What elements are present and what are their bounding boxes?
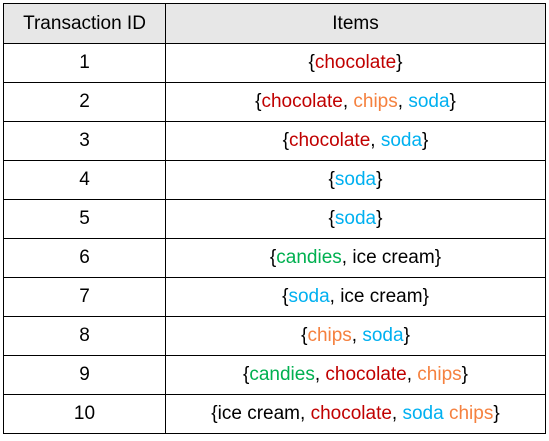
table-row: 5 {soda} — [3, 199, 546, 239]
item-chocolate: chocolate — [314, 52, 397, 73]
separator: , — [391, 403, 403, 424]
separator: , — [300, 403, 311, 424]
item-chips: chips — [417, 364, 462, 385]
transaction-id-cell: 8 — [3, 316, 166, 356]
separator: } — [434, 247, 442, 268]
table-row: 10 {ice cream, chocolate, soda chips} — [3, 394, 546, 434]
transaction-id-cell: 2 — [3, 82, 166, 122]
separator: , — [370, 130, 381, 151]
separator: , — [342, 91, 354, 112]
transaction-id-cell: 9 — [3, 355, 166, 395]
item-soda: soda — [334, 169, 377, 190]
transaction-id-cell: 1 — [3, 43, 166, 83]
separator: , — [406, 364, 418, 385]
item-ice-cream: ice cream — [217, 403, 301, 424]
item-candies: candies — [276, 247, 342, 268]
separator: } — [461, 364, 469, 385]
items-cell: {chocolate} — [165, 43, 546, 83]
item-soda: soda — [334, 208, 377, 229]
items-cell: {ice cream, chocolate, soda chips} — [165, 394, 546, 434]
table-row: 3 {chocolate, soda} — [3, 121, 546, 161]
item-chocolate: chocolate — [325, 364, 407, 385]
item-soda: soda — [402, 403, 444, 424]
item-chips: chips — [448, 403, 494, 424]
transaction-id-cell: 4 — [3, 160, 166, 200]
transaction-id-cell: 6 — [3, 238, 166, 278]
table-row: 4 {soda} — [3, 160, 546, 200]
items-cell: {soda} — [165, 199, 546, 239]
items-cell: {soda, ice cream} — [165, 277, 546, 317]
separator: , — [341, 247, 353, 268]
separator: } — [422, 286, 429, 307]
items-cell: {soda} — [165, 160, 546, 200]
items-cell: {candies, chocolate, chips} — [165, 355, 546, 395]
separator: } — [376, 208, 383, 229]
separator: , — [329, 286, 341, 307]
table-row: 7 {soda, ice cream} — [3, 277, 546, 317]
items-cell: {chocolate, chips, soda} — [165, 82, 546, 122]
separator: , — [351, 325, 363, 346]
table-row: 2 {chocolate, chips, soda} — [3, 82, 546, 122]
item-soda: soda — [362, 325, 404, 346]
header-row: Transaction ID Items — [3, 3, 546, 44]
item-soda: soda — [380, 130, 423, 151]
separator: , — [397, 91, 409, 112]
header-items: Items — [165, 3, 546, 44]
table-row: 9 {candies, chocolate, chips} — [3, 355, 546, 395]
separator: } — [422, 130, 429, 151]
table-row: 8 {chips, soda} — [3, 316, 546, 356]
separator: } — [376, 169, 383, 190]
separator: } — [449, 91, 456, 112]
transaction-id-cell: 5 — [3, 199, 166, 239]
item-chips: chips — [307, 325, 352, 346]
item-chips: chips — [353, 91, 398, 112]
transaction-id-cell: 7 — [3, 277, 166, 317]
item-chocolate: chocolate — [261, 91, 343, 112]
items-cell: {chips, soda} — [165, 316, 546, 356]
items-cell: {candies, ice cream} — [165, 238, 546, 278]
separator: , — [314, 364, 326, 385]
item-chocolate: chocolate — [310, 403, 392, 424]
separator: } — [396, 52, 403, 73]
separator: } — [403, 325, 410, 346]
item-ice-cream: ice cream — [352, 247, 435, 268]
header-transaction-id: Transaction ID — [3, 3, 166, 44]
separator: } — [493, 403, 500, 424]
table-body: 1 {chocolate} 2 {chocolate, chips, soda} 3 {c… — [3, 43, 546, 434]
item-soda: soda — [288, 286, 330, 307]
item-candies: candies — [249, 364, 315, 385]
transactions-table: Transaction ID Items 1 {chocolate} 2 {choco… — [3, 3, 546, 434]
item-chocolate: chocolate — [288, 130, 371, 151]
table-row: 1 {chocolate} — [3, 43, 546, 83]
item-soda: soda — [408, 91, 450, 112]
transaction-id-cell: 10 — [3, 394, 166, 434]
item-ice-cream: ice cream — [340, 286, 423, 307]
table-row: 6 {candies, ice cream} — [3, 238, 546, 278]
transaction-id-cell: 3 — [3, 121, 166, 161]
items-cell: {chocolate, soda} — [165, 121, 546, 161]
